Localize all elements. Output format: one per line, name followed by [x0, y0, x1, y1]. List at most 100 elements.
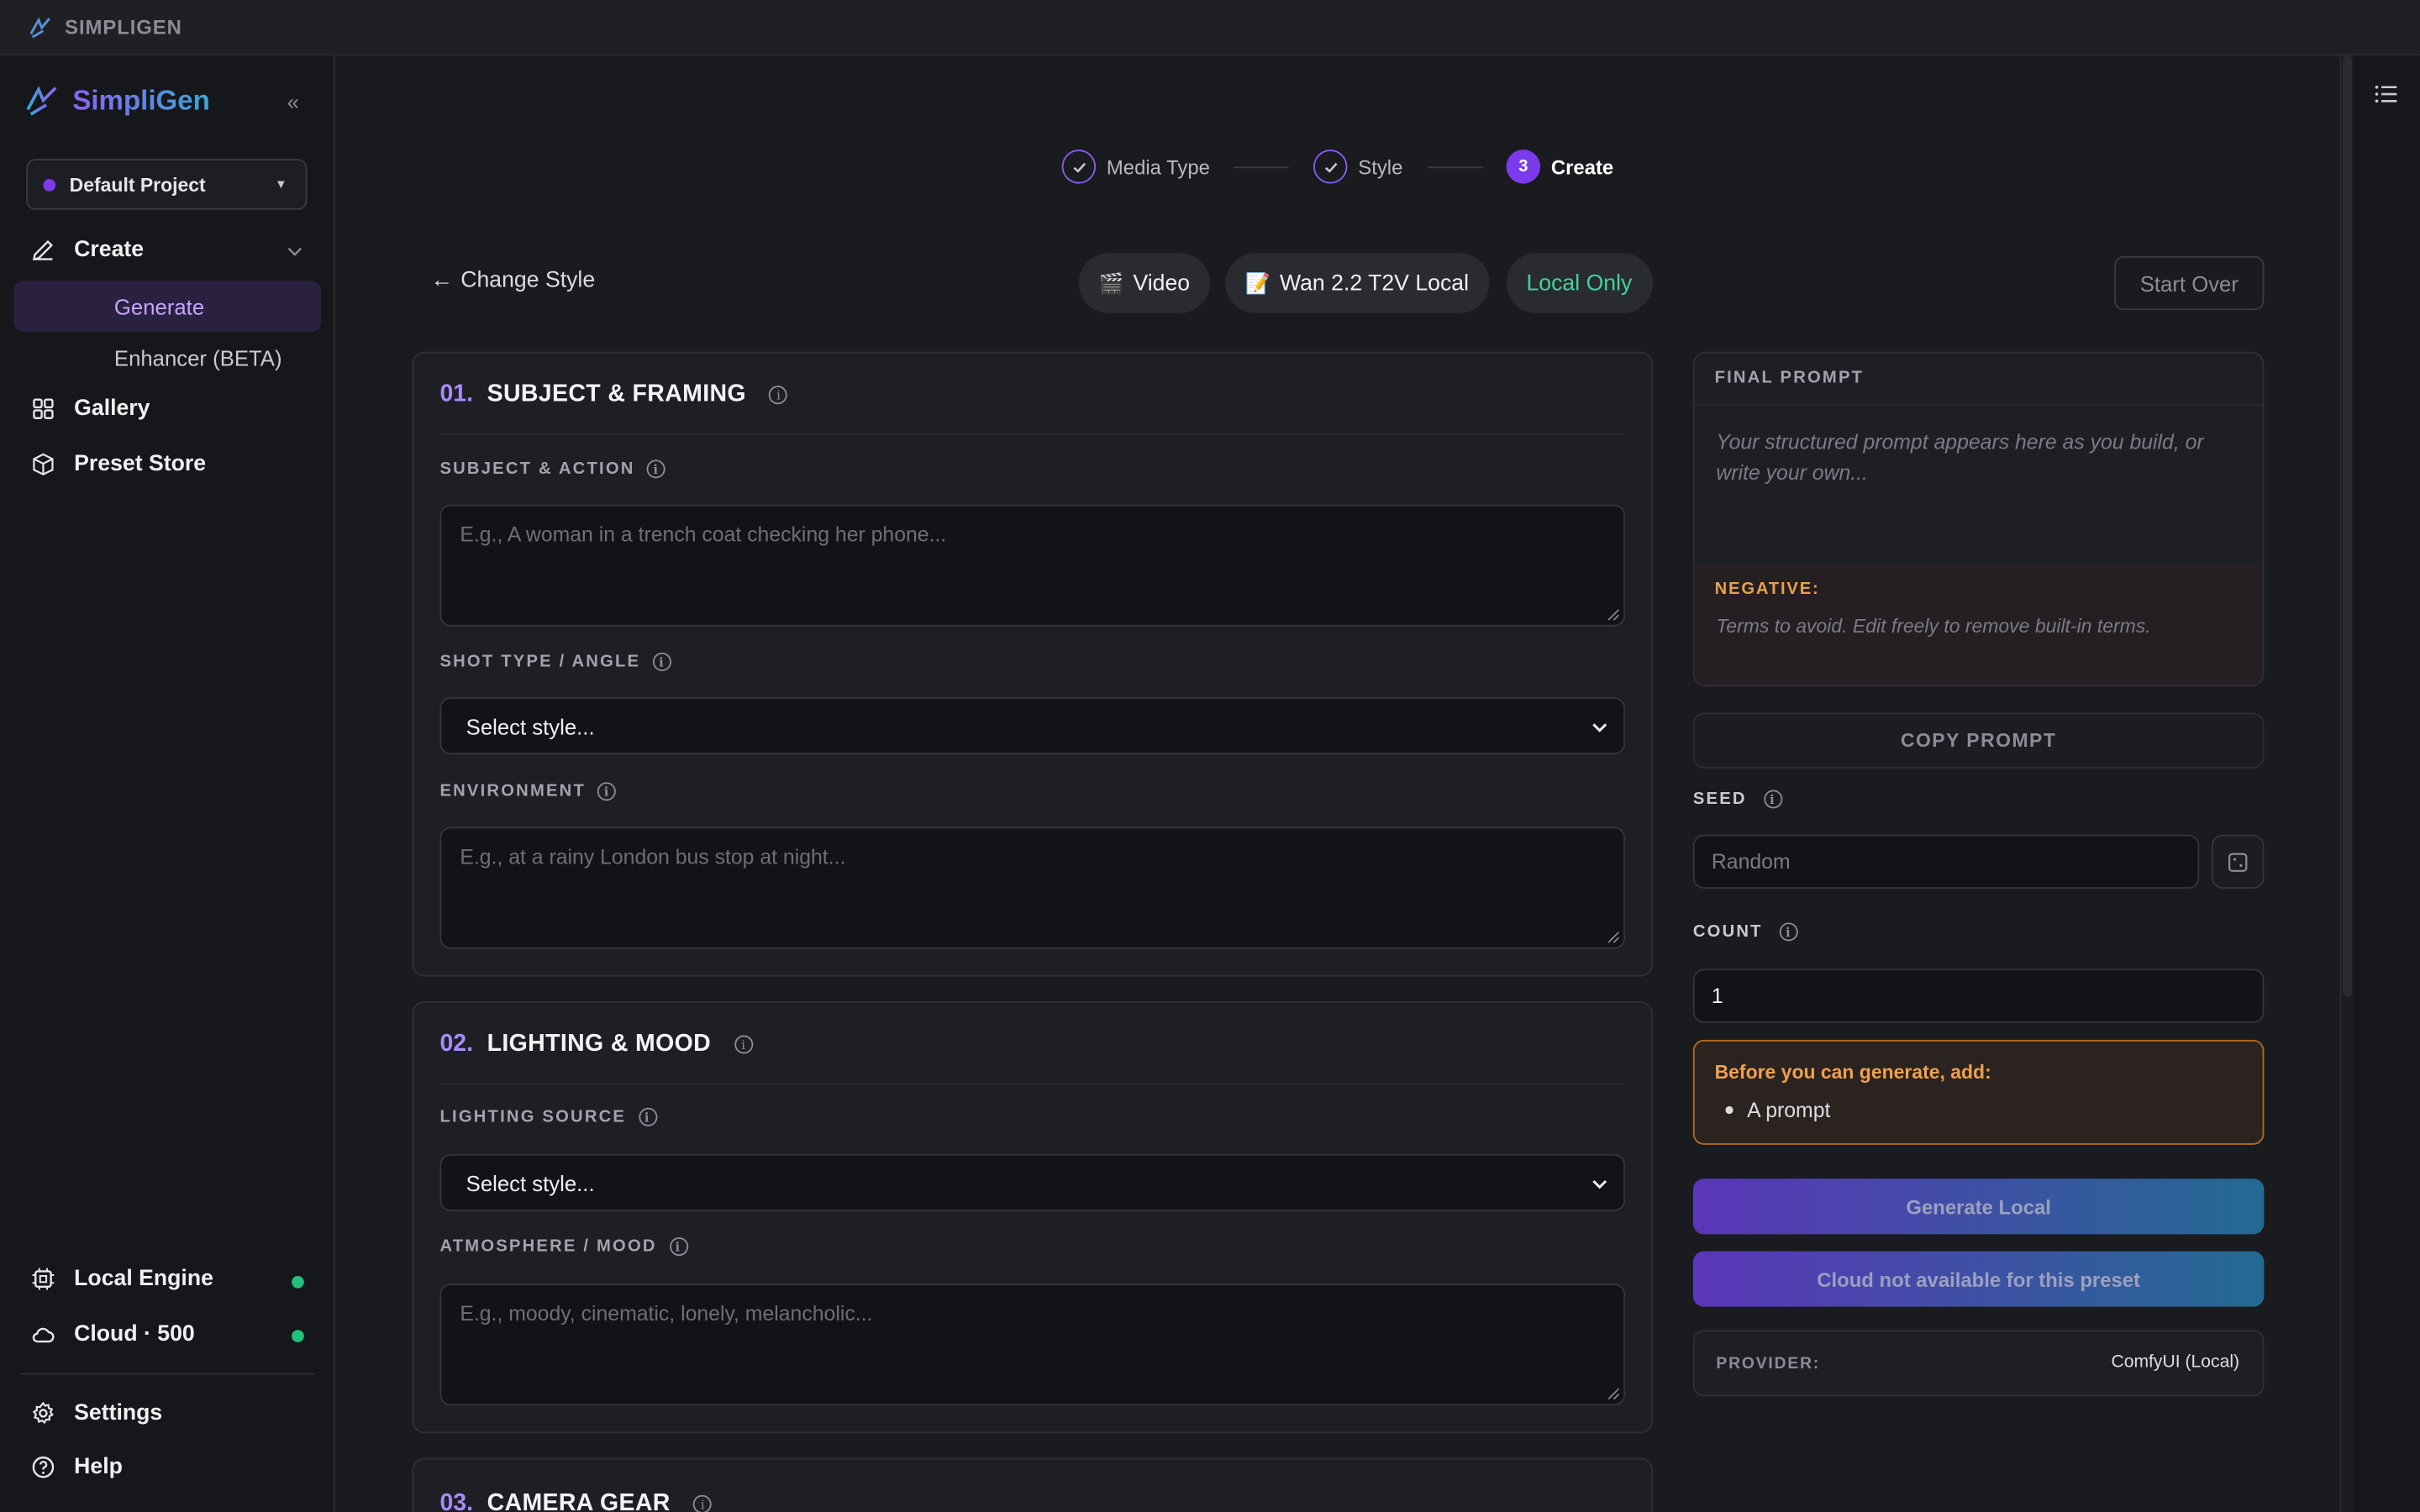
project-color-dot — [43, 178, 56, 191]
start-over-button[interactable]: Start Over — [2114, 255, 2265, 311]
nav-help[interactable]: Help — [31, 1455, 123, 1479]
gear-icon — [32, 1401, 54, 1425]
nav-preset-store-label: Preset Store — [74, 452, 207, 477]
subject-action-textarea[interactable]: E.g., A woman in a trench coat checking … — [439, 504, 1626, 627]
grid-icon — [33, 398, 54, 419]
shot-type-label: SHOT TYPE / ANGLE i — [439, 652, 671, 671]
chip-label: Wan 2.2 T2V Local — [1279, 270, 1469, 296]
randomize-seed-button[interactable] — [2211, 834, 2265, 889]
step-label: Style — [1358, 155, 1403, 179]
info-icon[interactable]: i — [597, 782, 617, 801]
final-prompt-textarea[interactable]: Your structured prompt appears here as y… — [1716, 428, 2240, 489]
check-icon — [1313, 150, 1348, 184]
list-icon[interactable] — [2374, 81, 2398, 106]
clapper-icon: 🎬 — [1098, 270, 1124, 294]
nav-cloud-label: Cloud · 500 — [74, 1322, 195, 1347]
nav-preset-store[interactable]: Preset Store — [31, 452, 207, 477]
warning-item: A prompt — [1725, 1099, 1830, 1121]
lighting-source-value: Select style... — [466, 1170, 595, 1195]
requirements-warning: Before you can generate, add: A prompt — [1692, 1039, 2265, 1145]
shot-type-select[interactable]: Select style... — [439, 697, 1626, 755]
info-icon[interactable]: i — [1779, 922, 1798, 942]
count-input[interactable]: 1 — [1692, 969, 2265, 1023]
cloud-generate-button[interactable]: Cloud not available for this preset — [1692, 1251, 2265, 1307]
nav-enhancer-label: Enhancer (BETA) — [113, 344, 282, 370]
info-icon[interactable]: i — [638, 1107, 657, 1126]
lighting-source-select[interactable]: Select style... — [439, 1153, 1626, 1211]
provider-info: PROVIDER: ComfyUI (Local) — [1692, 1330, 2265, 1397]
info-icon[interactable]: i — [734, 1035, 753, 1054]
chip-label: Video — [1133, 270, 1191, 296]
section-divider — [439, 433, 1626, 435]
section-number: 02. — [439, 1030, 474, 1058]
step-label: Media Type — [1106, 155, 1210, 179]
nav-help-label: Help — [74, 1455, 123, 1480]
field-label: COUNT — [1692, 922, 1763, 942]
step-label: Create — [1550, 155, 1614, 179]
brand-logo-icon — [26, 86, 57, 116]
nav-local-engine[interactable]: Local Engine — [31, 1267, 213, 1291]
section-header: 01. SUBJECT & FRAMING i — [439, 381, 788, 409]
field-label: ENVIRONMENT — [439, 782, 586, 801]
main-scrollbar-thumb[interactable] — [2343, 55, 2353, 997]
info-icon[interactable]: i — [1763, 790, 1782, 809]
window-title: SIMPLIGEN — [65, 15, 182, 39]
environment-placeholder: E.g., at a rainy London bus stop at nigh… — [460, 845, 846, 869]
brand[interactable]: SimpliGen — [24, 83, 210, 117]
change-style-button[interactable]: ← Change Style — [430, 269, 595, 293]
media-type-chip: 🎬 Video — [1078, 253, 1211, 313]
field-label: ATMOSPHERE / MOOD — [439, 1237, 657, 1257]
info-icon[interactable]: i — [647, 459, 666, 479]
section-divider — [439, 1083, 1626, 1085]
provider-label: PROVIDER: — [1716, 1354, 1821, 1373]
box-icon — [33, 453, 54, 476]
help-icon — [32, 1456, 55, 1478]
preset-chip: 📝 Wan 2.2 T2V Local — [1225, 253, 1489, 313]
nav-generate[interactable]: Generate — [13, 281, 322, 332]
section-title: LIGHTING & MOOD — [487, 1030, 712, 1058]
chevron-down-icon — [1592, 723, 1607, 732]
section-number: 03. — [439, 1490, 474, 1512]
resize-grip-icon[interactable] — [1607, 932, 1619, 943]
seed-input[interactable]: Random — [1692, 834, 2200, 889]
copy-prompt-label: COPY PROMPT — [1900, 729, 2057, 752]
project-selector[interactable]: Default Project ▼ — [26, 159, 308, 210]
chip-icon — [32, 1268, 55, 1290]
change-style-label: Change Style — [460, 268, 596, 293]
dice-icon — [2228, 852, 2248, 872]
project-name: Default Project — [69, 173, 206, 196]
collapse-sidebar-icon[interactable]: « — [287, 90, 299, 114]
nav-settings[interactable]: Settings — [31, 1401, 162, 1425]
shot-type-value: Select style... — [466, 713, 595, 738]
environment-textarea[interactable]: E.g., at a rainy London bus stop at nigh… — [439, 827, 1626, 949]
negative-prompt-placeholder: Terms to avoid. Edit freely to remove bu… — [1716, 615, 2151, 638]
warning-title: Before you can generate, add: — [1714, 1061, 1991, 1084]
sidebar: SimpliGen « Default Project ▼ Create Gen… — [0, 55, 335, 1512]
nav-create[interactable]: Create — [31, 238, 144, 262]
check-icon — [1061, 150, 1097, 184]
step-style[interactable]: Style — [1313, 150, 1403, 184]
info-icon[interactable]: i — [769, 386, 788, 405]
field-label: SEED — [1692, 790, 1747, 809]
generate-local-button[interactable]: Generate Local — [1692, 1179, 2265, 1235]
copy-prompt-button[interactable]: COPY PROMPT — [1692, 712, 2265, 769]
seed-label: SEED i — [1692, 790, 1782, 809]
nav-generate-label: Generate — [113, 293, 205, 319]
resize-grip-icon[interactable] — [1607, 609, 1619, 621]
nav-cloud[interactable]: Cloud · 500 — [31, 1322, 195, 1347]
final-prompt-divider — [1694, 404, 2263, 407]
info-icon[interactable]: i — [669, 1237, 688, 1257]
resize-grip-icon[interactable] — [1607, 1389, 1619, 1399]
info-icon[interactable]: i — [652, 652, 671, 671]
final-prompt-title: FINAL PROMPT — [1714, 368, 1865, 388]
count-value: 1 — [1711, 984, 1723, 1008]
negative-prompt-area[interactable]: NEGATIVE: Terms to avoid. Edit freely to… — [1694, 563, 2263, 685]
chip-label: Local Only — [1526, 270, 1633, 296]
nav-gallery[interactable]: Gallery — [31, 396, 150, 421]
nav-create-label: Create — [74, 237, 145, 263]
step-media-type[interactable]: Media Type — [1061, 150, 1210, 184]
chevron-down-icon[interactable] — [287, 244, 302, 259]
atmosphere-mood-textarea[interactable]: E.g., moody, cinematic, lonely, melancho… — [439, 1284, 1626, 1406]
nav-enhancer[interactable]: Enhancer (BETA) — [14, 332, 322, 383]
info-icon[interactable]: i — [693, 1494, 713, 1512]
